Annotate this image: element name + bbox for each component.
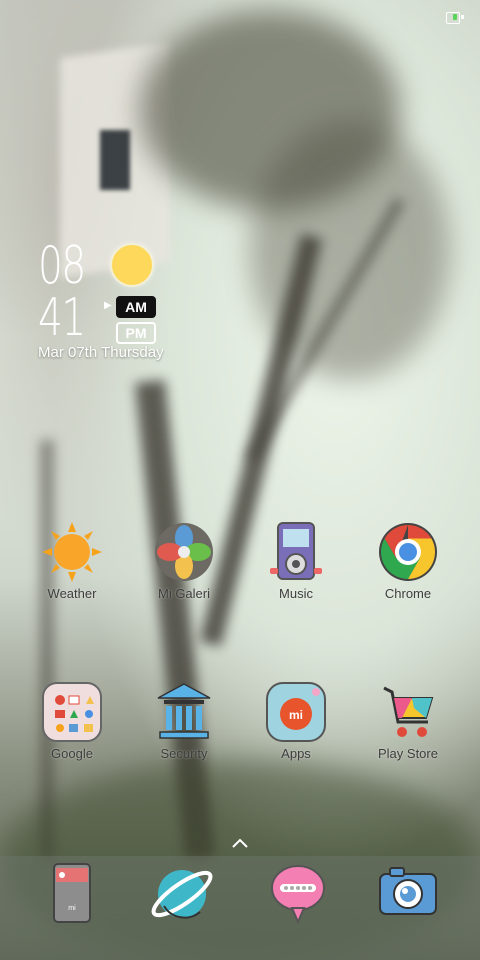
- chrome-icon: [378, 522, 438, 582]
- shopping-cart-icon: [378, 682, 438, 742]
- app-label: Security: [160, 746, 208, 761]
- app-weather[interactable]: Weather: [22, 522, 122, 601]
- dock-browser[interactable]: [150, 862, 214, 926]
- arrow-right-icon: ▶: [104, 300, 112, 311]
- app-google[interactable]: Google: [22, 682, 122, 761]
- wallpaper: [0, 0, 480, 960]
- app-security[interactable]: Security: [134, 682, 234, 761]
- clock-hour: 08: [38, 236, 86, 296]
- date-label: Mar 07th Thursday: [38, 344, 164, 361]
- dock-mi-phone[interactable]: mi: [42, 862, 106, 926]
- am-pm-indicator: ▶ AM PM: [104, 296, 156, 348]
- mi-apps-icon: mi: [266, 682, 326, 742]
- dock-camera[interactable]: [376, 862, 440, 926]
- app-label: Google: [51, 746, 93, 761]
- app-music[interactable]: Music: [246, 522, 346, 601]
- security-bank-icon: [154, 682, 214, 742]
- app-play-store[interactable]: Play Store: [358, 682, 458, 761]
- svg-text:mi: mi: [289, 708, 303, 722]
- chevron-up-icon[interactable]: [230, 836, 250, 850]
- app-label: Play Store: [378, 746, 438, 761]
- am-label: AM: [116, 296, 156, 318]
- clock-time: 08 41: [38, 236, 86, 348]
- app-label: Mi Galeri: [157, 586, 210, 601]
- app-label: Chrome: [384, 586, 432, 601]
- app-chrome[interactable]: Chrome: [358, 522, 458, 601]
- app-label: Weather: [47, 586, 97, 601]
- clock-minute: 41: [38, 288, 86, 348]
- gallery-flower-icon: [154, 522, 214, 582]
- clock-widget[interactable]: 08 41 ▶ AM PM Mar 07th Thursday: [38, 240, 238, 370]
- app-mi-galeri[interactable]: Mi Galeri: [134, 522, 234, 601]
- svg-text:mi: mi: [68, 905, 76, 912]
- status-bar: [0, 0, 480, 32]
- app-label: Music: [279, 586, 313, 601]
- mi-phone-icon: mi: [53, 863, 91, 923]
- music-player-icon: [266, 522, 326, 582]
- dock-messages[interactable]: [266, 862, 330, 926]
- app-label: Apps: [281, 746, 311, 761]
- pm-label: PM: [116, 322, 156, 344]
- camera-icon: [379, 867, 437, 915]
- planet-browser-icon: [151, 870, 213, 919]
- weather-sun-icon: [42, 522, 102, 582]
- message-bubble-icon: [271, 865, 325, 925]
- sun-icon: [110, 243, 154, 287]
- google-folder-icon: [42, 682, 102, 742]
- app-apps[interactable]: mi Apps: [246, 682, 346, 761]
